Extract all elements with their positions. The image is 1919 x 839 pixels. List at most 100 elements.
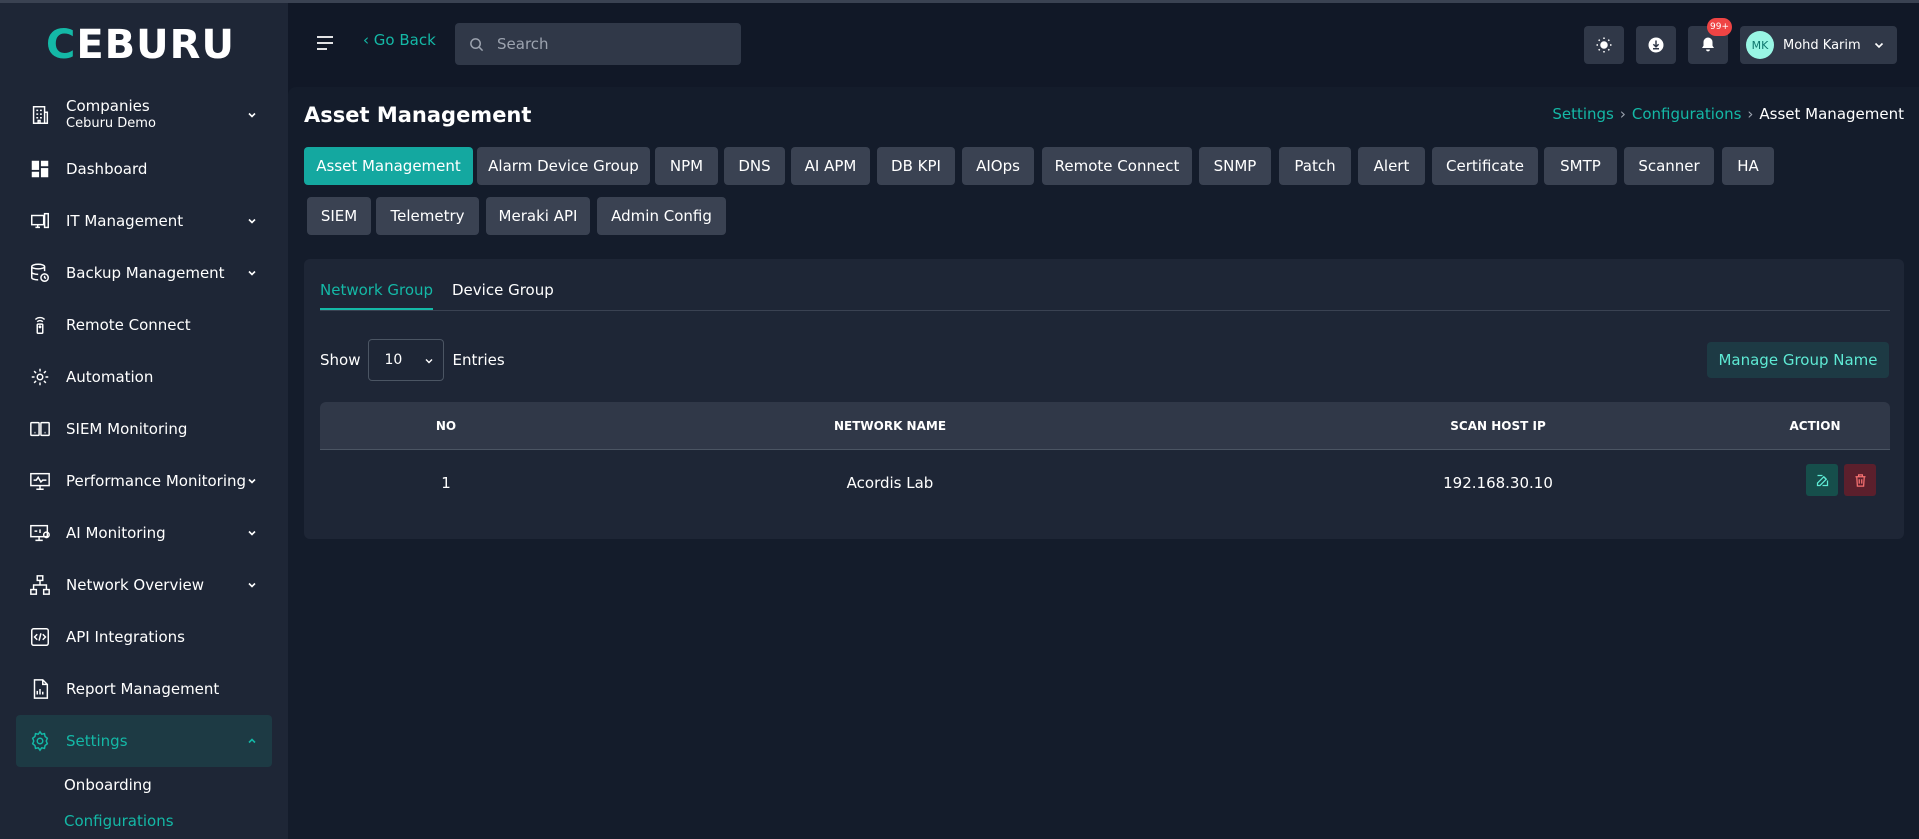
config-tab-alert[interactable]: Alert xyxy=(1358,147,1425,185)
tab-device-group[interactable]: Device Group xyxy=(452,281,554,308)
sidebar-item-remote-connect[interactable]: Remote Connect xyxy=(16,299,272,351)
sidebar-subitem-configurations[interactable]: Configurations xyxy=(64,803,272,839)
chevron-down-icon xyxy=(1874,42,1884,49)
sidebar-subitem-onboarding[interactable]: Onboarding xyxy=(64,767,272,803)
config-tab-ha[interactable]: HA xyxy=(1722,147,1774,185)
chevron-down-icon xyxy=(248,218,256,224)
breadcrumb-settings[interactable]: Settings xyxy=(1552,105,1614,123)
avatar: MK xyxy=(1746,31,1774,59)
settings-gear-icon xyxy=(28,729,52,753)
chevron-down-icon xyxy=(425,359,433,364)
sidebar-item-label: Remote Connect xyxy=(66,316,191,334)
search-input[interactable] xyxy=(455,23,741,65)
sidebar-item-label: AI Monitoring xyxy=(66,524,166,542)
trash-icon xyxy=(1855,473,1865,487)
table-row: 1 Acordis Lab 192.168.30.10 xyxy=(320,450,1890,516)
hamburger-menu-icon[interactable] xyxy=(315,33,335,53)
sidebar-item-it-management[interactable]: IT Management xyxy=(16,195,272,247)
network-group-table: NO NETWORK NAME SCAN HOST IP ACTION 1 Ac… xyxy=(320,402,1890,516)
building-icon xyxy=(28,103,52,127)
delete-button[interactable] xyxy=(1844,464,1876,496)
download-circle-icon xyxy=(1648,37,1664,53)
config-tab-npm[interactable]: NPM xyxy=(655,147,718,185)
cell-no: 1 xyxy=(441,474,451,492)
column-header-no: NO xyxy=(435,419,457,433)
ai-monitor-icon xyxy=(28,521,52,545)
config-tab-aiops[interactable]: AIOps xyxy=(962,147,1034,185)
chevron-down-icon xyxy=(248,478,256,484)
cell-network-name: Acordis Lab xyxy=(846,474,934,492)
config-tab-scanner[interactable]: Scanner xyxy=(1624,147,1714,185)
config-tab-meraki-api[interactable]: Meraki API xyxy=(486,197,590,235)
sidebar-item-dashboard[interactable]: Dashboard xyxy=(16,143,272,195)
sidebar-item-label: Report Management xyxy=(66,680,220,698)
notification-badge: 99+ xyxy=(1707,18,1732,36)
go-back-link[interactable]: ‹ Go Back xyxy=(363,31,436,49)
group-tabs: Network Group Device Group xyxy=(320,281,1890,311)
show-label: Show xyxy=(320,351,361,369)
config-tab-alarm-device-group[interactable]: Alarm Device Group xyxy=(477,147,650,185)
config-tab-siem[interactable]: SIEM xyxy=(307,197,371,235)
sidebar-item-settings[interactable]: Settings xyxy=(16,715,272,767)
config-tab-ai-apm[interactable]: AI APM xyxy=(791,147,870,185)
config-tab-asset-management[interactable]: Asset Management xyxy=(304,147,473,185)
cell-scan-host-ip: 192.168.30.10 xyxy=(1443,474,1553,492)
sidebar-item-label: Backup Management xyxy=(66,264,225,282)
config-tab-dns[interactable]: DNS xyxy=(724,147,785,185)
sidebar-item-label: Dashboard xyxy=(66,160,148,178)
config-tab-snmp[interactable]: SNMP xyxy=(1199,147,1271,185)
edit-icon xyxy=(1816,474,1828,486)
siem-devices-icon xyxy=(28,417,52,441)
topbar: ‹ Go Back 99+ MK Mohd Karim xyxy=(288,3,1919,87)
report-icon xyxy=(28,677,52,701)
column-header-action: ACTION xyxy=(1789,419,1841,433)
main-content: Asset Management Settings › Configuratio… xyxy=(288,87,1919,839)
sidebar-item-performance-monitoring[interactable]: Performance Monitoring xyxy=(16,455,272,507)
remote-signal-icon xyxy=(28,313,52,337)
database-backup-icon xyxy=(28,261,52,285)
user-menu[interactable]: MK Mohd Karim xyxy=(1740,26,1897,64)
monitor-pulse-icon xyxy=(28,469,52,493)
breadcrumb-configurations[interactable]: Configurations xyxy=(1632,105,1742,123)
sidebar-item-label: Network Overview xyxy=(66,576,205,594)
logo-text: CEBURU xyxy=(46,22,235,68)
config-tab-smtp[interactable]: SMTP xyxy=(1544,147,1617,185)
edit-button[interactable] xyxy=(1806,464,1838,496)
sidebar-item-ai-monitoring[interactable]: AI Monitoring xyxy=(16,507,272,559)
manage-group-name-button[interactable]: Manage Group Name xyxy=(1707,342,1889,378)
sidebar-item-label: Settings xyxy=(66,732,128,750)
config-tab-remote-connect[interactable]: Remote Connect xyxy=(1042,147,1192,185)
network-tree-icon xyxy=(28,573,52,597)
sidebar-nav: Companies Ceburu Demo Dashboard IT Manag… xyxy=(16,87,272,839)
breadcrumb-separator: › xyxy=(1747,105,1754,123)
ceburu-logo[interactable]: CEBURU xyxy=(46,25,235,65)
config-tab-admin-config[interactable]: Admin Config xyxy=(597,197,726,235)
dashboard-icon xyxy=(28,157,52,181)
sidebar-item-companies[interactable]: Companies Ceburu Demo xyxy=(16,87,272,143)
entries-select[interactable]: 10 xyxy=(368,339,445,381)
sidebar-item-network-overview[interactable]: Network Overview xyxy=(16,559,272,611)
notifications-button[interactable]: 99+ xyxy=(1688,18,1732,64)
sidebar-item-siem-monitoring[interactable]: SIEM Monitoring xyxy=(16,403,272,455)
download-button[interactable] xyxy=(1636,26,1676,64)
sidebar-item-label: Performance Monitoring xyxy=(66,472,247,490)
config-tab-db-kpi[interactable]: DB KPI xyxy=(877,147,955,185)
breadcrumb-separator: › xyxy=(1619,105,1626,123)
chevron-down-icon xyxy=(248,112,256,118)
settings-subnav: Onboarding Configurations xyxy=(16,767,272,839)
user-name: Mohd Karim xyxy=(1783,37,1861,53)
chevron-down-icon xyxy=(248,582,256,588)
sidebar-item-api-integrations[interactable]: API Integrations xyxy=(16,611,272,663)
sidebar-item-label: Automation xyxy=(66,368,154,386)
config-tab-telemetry[interactable]: Telemetry xyxy=(376,197,479,235)
sidebar-item-automation[interactable]: Automation xyxy=(16,351,272,403)
app-root: CEBURU Companies Ceburu Demo Dashboard I… xyxy=(0,0,1919,839)
page-title: Asset Management xyxy=(304,103,532,127)
config-tab-certificate[interactable]: Certificate xyxy=(1432,147,1538,185)
breadcrumb-current: Asset Management xyxy=(1759,105,1904,123)
theme-toggle-button[interactable] xyxy=(1584,26,1624,64)
config-tab-patch[interactable]: Patch xyxy=(1279,147,1351,185)
sidebar-item-backup-management[interactable]: Backup Management xyxy=(16,247,272,299)
sidebar-item-report-management[interactable]: Report Management xyxy=(16,663,272,715)
tab-network-group[interactable]: Network Group xyxy=(320,281,434,310)
